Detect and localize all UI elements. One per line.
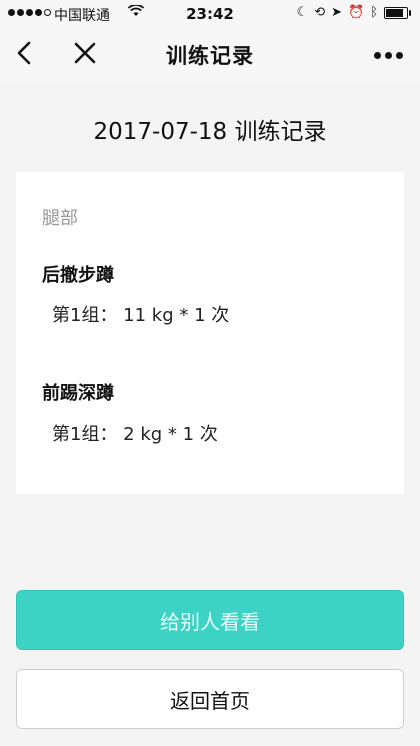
location-icon: ➤ (331, 5, 342, 20)
status-icons: ☾ ⟲ ➤ ⏰ ᛒ (296, 5, 411, 20)
exercise-name: 前踢深蹲 (42, 383, 114, 404)
back-to-home-button[interactable]: 返回首页 (16, 669, 404, 729)
exercise-name: 后撤步蹲 (42, 265, 114, 286)
alarm-icon: ⏰ (348, 5, 365, 20)
page-title: 2017-07-18 训练记录 (93, 119, 327, 145)
navigation-bar: 训练记录 (0, 28, 420, 82)
more-dots-icon[interactable] (370, 38, 406, 72)
status-bar: 中国联通 23:42 ☾ ⟲ ➤ ⏰ ᛒ (0, 0, 420, 28)
bluetooth-icon: ᛒ (370, 5, 378, 20)
training-record-card: 腿部 后撤步蹲 第1组： 11 kg * 1 次 前踢深蹲 第1组： 2 kg … (16, 172, 404, 494)
nav-title: 训练记录 (166, 44, 254, 68)
moon-icon: ☾ (296, 5, 309, 20)
category-label: 腿部 (42, 208, 78, 229)
close-icon[interactable] (70, 36, 100, 70)
battery-icon (384, 6, 411, 19)
rotation-lock-icon: ⟲ (314, 5, 326, 20)
exercise-set-line: 第1组： 2 kg * 1 次 (52, 424, 218, 445)
exercise-set-line: 第1组： 11 kg * 1 次 (52, 305, 230, 326)
back-icon[interactable] (10, 36, 38, 70)
share-button[interactable]: 给别人看看 (16, 590, 404, 650)
